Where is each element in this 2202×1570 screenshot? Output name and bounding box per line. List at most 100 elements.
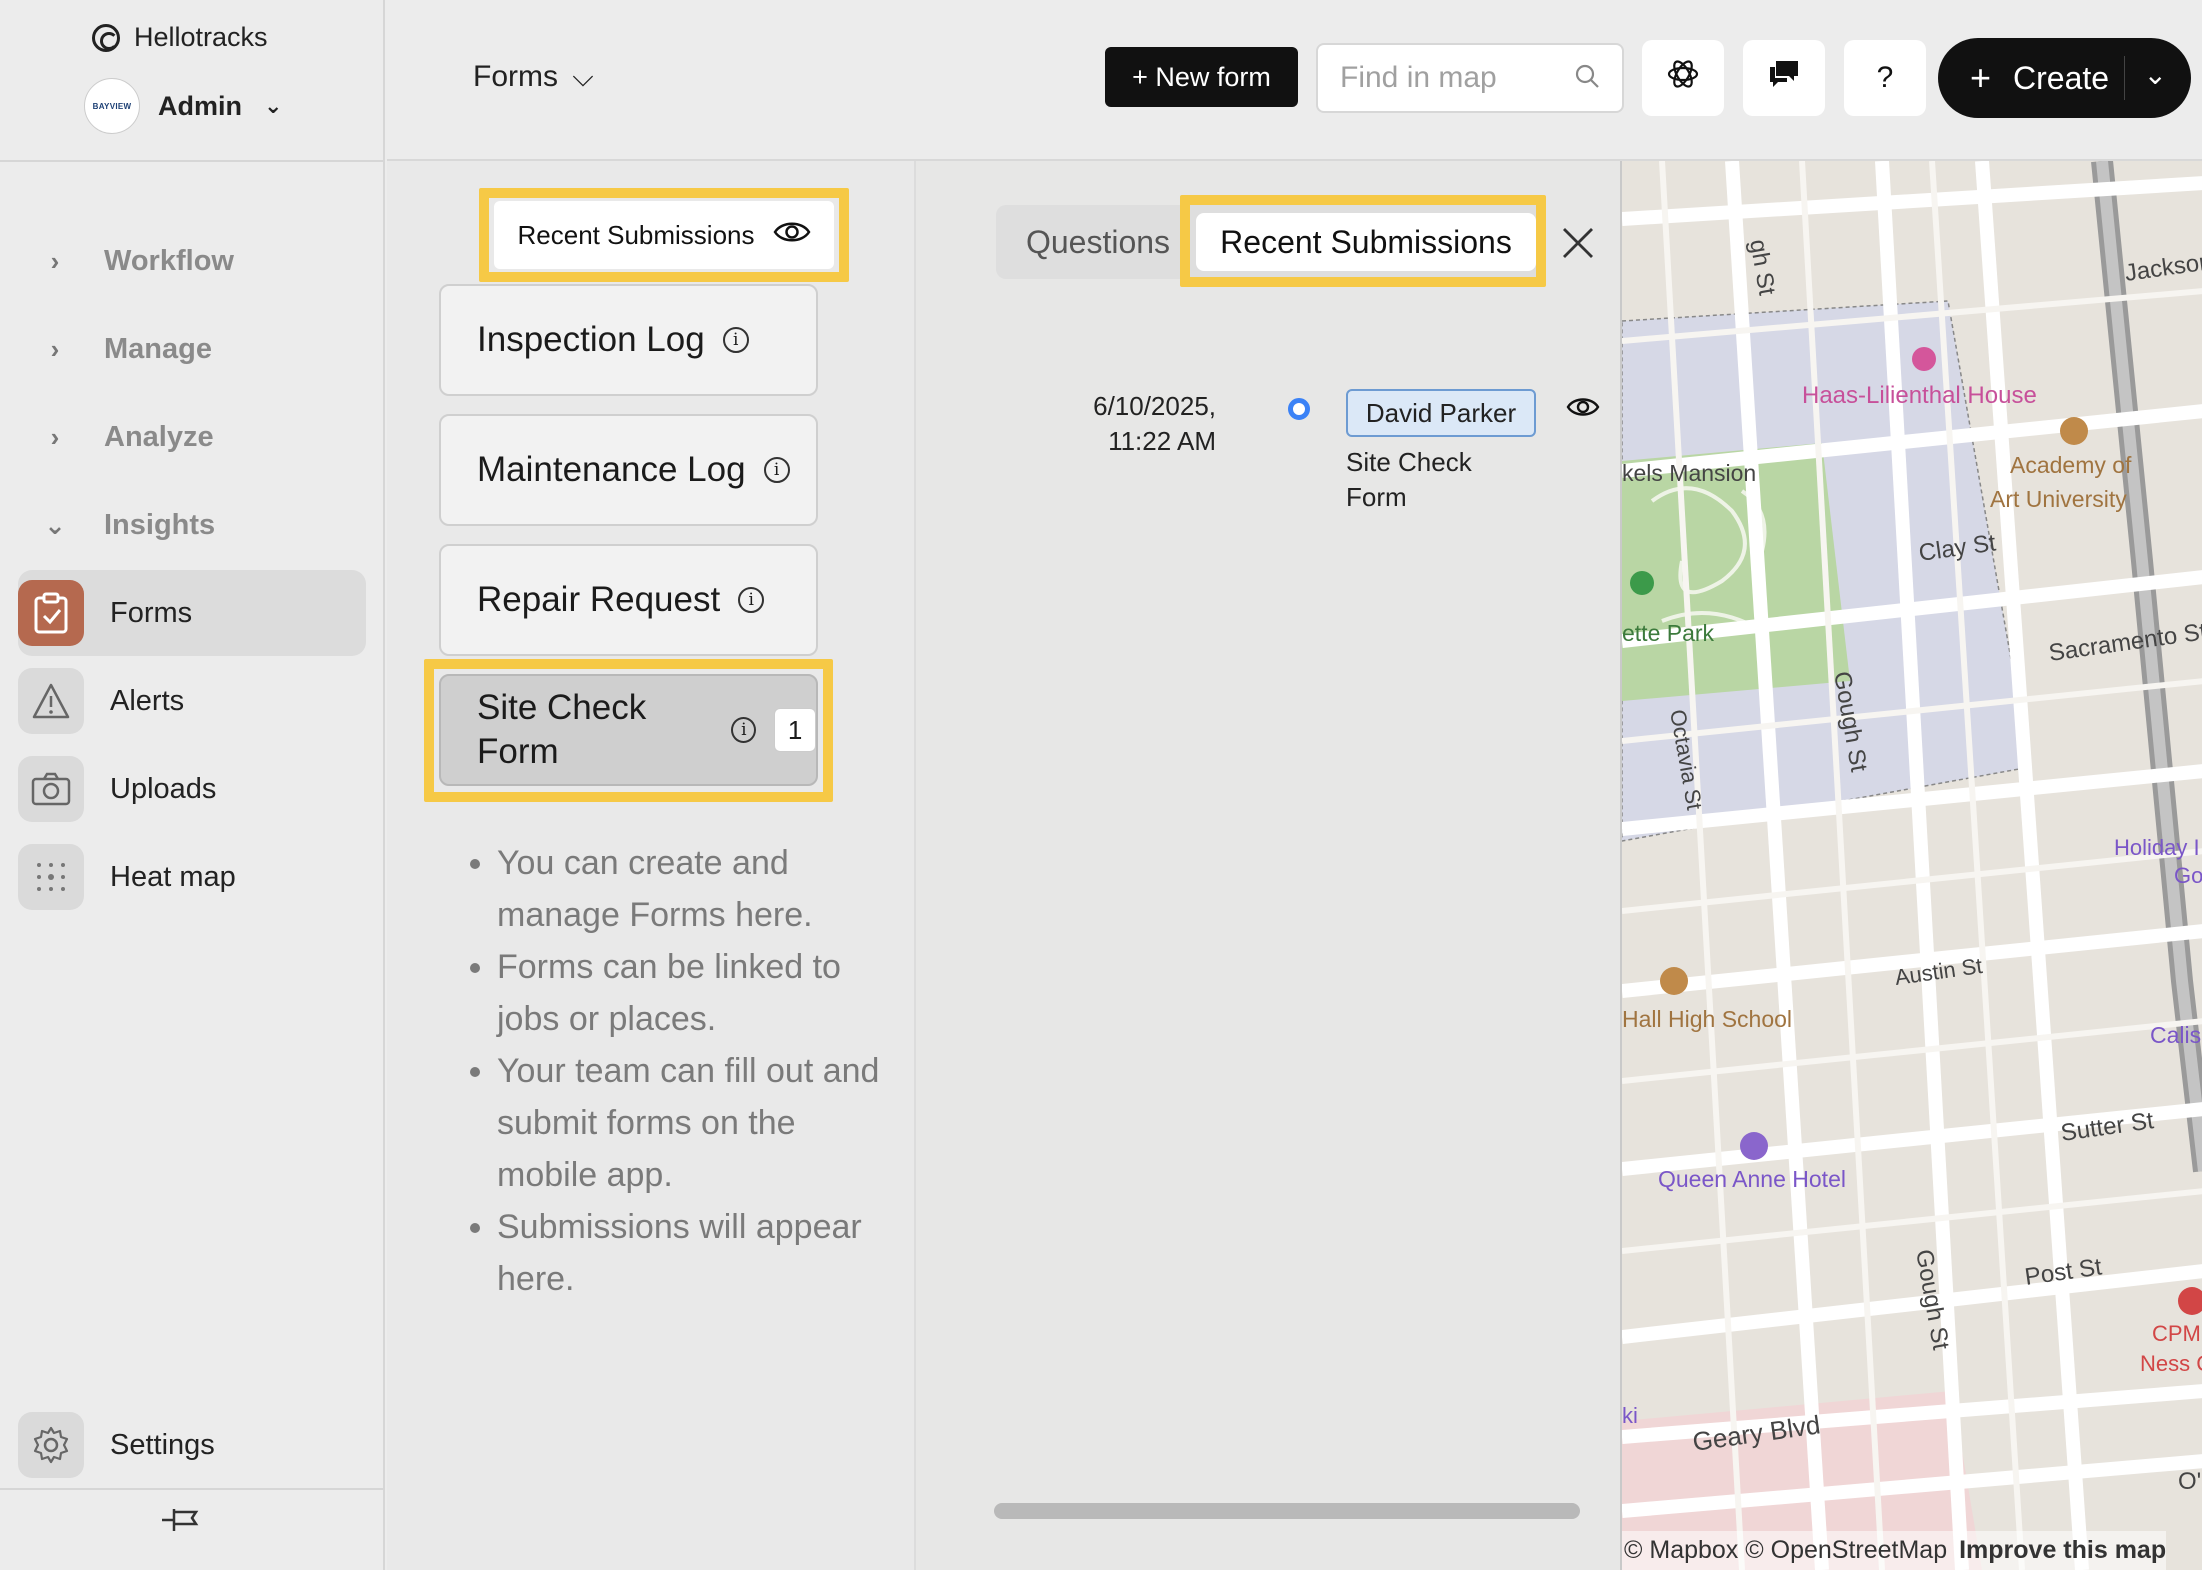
- submission-time: 11:22 AM: [1108, 426, 1216, 456]
- nav-group-label: Analyze: [104, 420, 214, 453]
- help-item: Your team can fill out and submit forms …: [497, 1045, 887, 1201]
- map-label: Art University: [1990, 486, 2127, 512]
- submitter-badge[interactable]: David Parker: [1346, 389, 1536, 437]
- nav-group-insights[interactable]: ⌄ Insights: [0, 490, 385, 560]
- info-icon[interactable]: i: [722, 327, 749, 353]
- create-label: Create: [2013, 59, 2110, 96]
- tab-bar: Questions Recent Submissions: [996, 205, 1546, 279]
- map-label: Gol: [2174, 863, 2202, 888]
- map-label: Haas-Lilienthal House: [1802, 382, 2037, 409]
- sidebar-item-label: Heat map: [110, 860, 236, 893]
- form-title: Site Check Form: [477, 688, 647, 771]
- submission-form-name: Site Check Form: [1346, 447, 1472, 512]
- sidebar-item-uploads[interactable]: Uploads: [18, 746, 366, 832]
- account-name: Admin: [158, 90, 242, 121]
- chat-button[interactable]: [1743, 40, 1825, 116]
- divider: [0, 160, 385, 162]
- forms-list-panel: Recent Submissions Inspection Log i Main…: [387, 161, 914, 1570]
- help-button[interactable]: ?: [1844, 40, 1926, 116]
- sidebar-item-alerts[interactable]: Alerts: [18, 658, 366, 744]
- nav-group-workflow[interactable]: › Workflow: [0, 226, 385, 296]
- close-icon[interactable]: [1548, 213, 1608, 273]
- help-item: Forms can be linked to jobs or places.: [497, 941, 887, 1045]
- gear-icon: [18, 1412, 84, 1478]
- map-label: kels Mansion: [1622, 460, 1756, 486]
- new-form-button[interactable]: + New form: [1105, 47, 1298, 107]
- top-bar: Forms ⌵ + New form ? + Create ⌄: [387, 0, 2202, 161]
- sidebar-item-heat-map[interactable]: Heat map: [18, 834, 366, 920]
- submission-date: 6/10/2025,: [1093, 391, 1216, 421]
- map-label: Holiday I: [2114, 835, 2200, 860]
- map-label: ki: [1622, 1403, 1638, 1428]
- nav-group-manage[interactable]: › Manage: [0, 314, 385, 384]
- warning-icon: [18, 668, 84, 734]
- dots-grid-icon: [18, 844, 84, 910]
- form-item-maintenance-log[interactable]: Maintenance Log i: [439, 414, 818, 526]
- account-switcher[interactable]: BAYVIEW Admin ⌄: [84, 78, 282, 134]
- recent-submissions-toggle[interactable]: Recent Submissions: [494, 201, 834, 269]
- nav-group-label: Insights: [104, 508, 216, 541]
- form-title: Repair Request: [477, 580, 721, 619]
- info-icon[interactable]: i: [763, 457, 790, 483]
- camera-icon: [18, 756, 84, 822]
- chevron-down-icon: ⌵: [572, 61, 594, 92]
- view-submission-eye-icon[interactable]: [1566, 395, 1600, 424]
- chevron-right-icon: ›: [50, 421, 60, 452]
- chevron-down-icon: ⌄: [44, 509, 66, 540]
- help-list: You can create and manage Forms here. Fo…: [467, 837, 887, 1305]
- ai-knot-icon: [1666, 57, 1700, 99]
- map-label: O': [2178, 1468, 2201, 1495]
- map-attribution: © Mapbox © OpenStreetMap Improve this ma…: [1622, 1531, 2167, 1570]
- form-item-site-check-form[interactable]: Site Check Form i 1: [439, 674, 818, 786]
- eye-icon: [773, 219, 811, 252]
- sidebar-item-settings[interactable]: Settings: [18, 1402, 366, 1488]
- form-title: Inspection Log: [477, 320, 705, 359]
- map-label: ette Park: [1622, 620, 1715, 646]
- map-label: Ness Ca: [2140, 1351, 2202, 1376]
- chevron-right-icon: ›: [50, 333, 60, 364]
- section-dropdown[interactable]: Forms ⌵: [473, 60, 594, 94]
- clipboard-icon: [18, 580, 84, 646]
- help-item: You can create and manage Forms here.: [497, 837, 887, 941]
- sidebar-item-label: Alerts: [110, 684, 185, 717]
- search-input[interactable]: [1340, 61, 1550, 95]
- nav-group-label: Manage: [104, 332, 212, 365]
- form-item-repair-request[interactable]: Repair Request i: [439, 544, 818, 656]
- nav-group-label: Workflow: [104, 244, 234, 277]
- tab-questions[interactable]: Questions: [1012, 213, 1184, 271]
- chat-icon: [1768, 59, 1800, 97]
- avatar: BAYVIEW: [84, 78, 140, 134]
- chevron-down-icon[interactable]: ⌄: [2144, 58, 2167, 91]
- create-button[interactable]: + Create ⌄: [1938, 38, 2191, 118]
- improve-map-link[interactable]: Improve this map: [1959, 1536, 2166, 1565]
- map-label: Hall High School: [1622, 1006, 1792, 1032]
- form-item-inspection-log[interactable]: Inspection Log i: [439, 284, 818, 396]
- submissions-panel: Questions Recent Submissions 6/10/2025, …: [914, 161, 1620, 1570]
- chevron-right-icon: ›: [50, 245, 60, 276]
- map-label: Queen Anne Hotel: [1658, 1166, 1846, 1192]
- search-icon[interactable]: [1574, 63, 1600, 94]
- nav-group-analyze[interactable]: › Analyze: [0, 402, 385, 472]
- info-icon[interactable]: i: [731, 717, 757, 743]
- divider: [2124, 56, 2125, 100]
- sidebar-item-label: Settings: [110, 1428, 215, 1461]
- brand[interactable]: Hellotracks: [92, 22, 268, 53]
- info-icon[interactable]: i: [738, 587, 765, 613]
- sidebar-item-forms[interactable]: Forms: [18, 570, 366, 656]
- sidebar-item-label: Forms: [110, 596, 193, 629]
- map-label: CPMC: [2152, 1321, 2202, 1346]
- horizontal-scrollbar[interactable]: [994, 1503, 1580, 1519]
- help-item: Submissions will appear here.: [497, 1201, 887, 1305]
- map-label: Academy of: [2010, 452, 2132, 478]
- divider: [0, 1488, 385, 1490]
- ai-assistant-button[interactable]: [1642, 40, 1724, 116]
- map-view[interactable]: gh St Jackson S Haas-Lilienthal House Ac…: [1620, 161, 2202, 1570]
- tab-recent-submissions[interactable]: Recent Submissions: [1196, 213, 1536, 271]
- plus-icon: +: [1970, 57, 1992, 98]
- chevron-down-icon: ⌄: [264, 93, 283, 118]
- pin-sidebar-icon[interactable]: [160, 1505, 204, 1543]
- recent-submissions-label: Recent Submissions: [517, 219, 755, 250]
- sidebar: Hellotracks BAYVIEW Admin ⌄ › Workflow ›…: [0, 0, 385, 1570]
- hellotracks-logo-icon: [92, 23, 120, 52]
- brand-name: Hellotracks: [134, 22, 268, 52]
